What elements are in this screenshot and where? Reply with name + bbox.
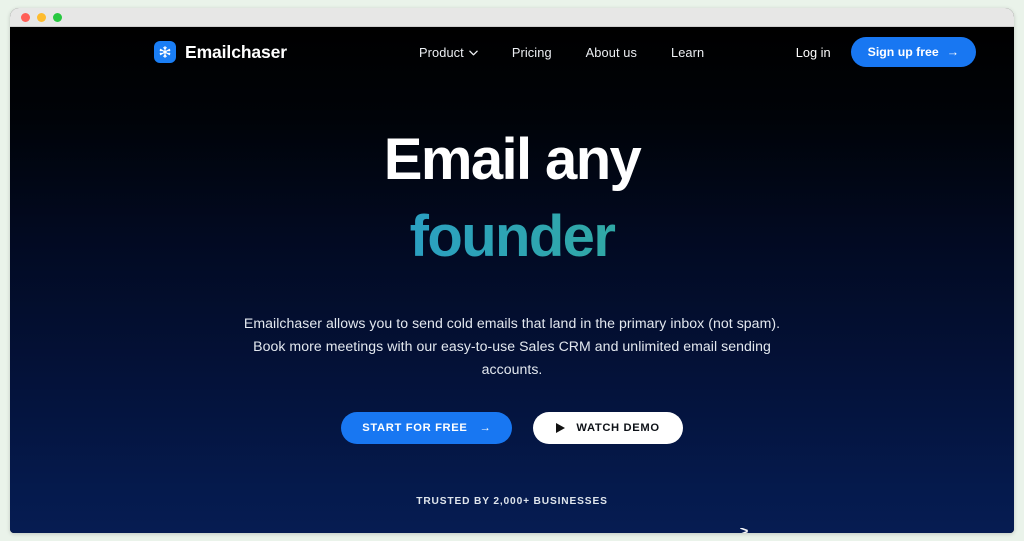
nav-links: Product Pricing About us Learn <box>419 45 704 60</box>
nav-item-pricing-label: Pricing <box>511 44 552 60</box>
window-close-button[interactable] <box>21 12 30 22</box>
hero-section: Email any founder Emailchaser allows you… <box>10 77 1014 445</box>
start-for-free-label: START FOR FREE <box>362 422 468 435</box>
sign-up-free-button[interactable]: Sign up free → <box>850 37 976 67</box>
nav-item-learn-label: Learn <box>671 44 705 60</box>
sign-up-free-label: Sign up free <box>867 45 939 59</box>
headline-line-2: founder <box>10 208 1014 266</box>
client-logo-carousel: ofi Gartner. Connectly a <box>10 528 1014 533</box>
login-link[interactable]: Log in <box>796 45 831 60</box>
page-title: Email any founder <box>10 131 1014 266</box>
play-icon <box>556 423 566 434</box>
nav-item-about-us[interactable]: About us <box>586 45 637 60</box>
trusted-by-label: TRUSTED BY 2,000+ BUSINESSES <box>416 496 608 508</box>
arrow-right-icon: → <box>479 422 492 435</box>
landing-page: Emailchaser Product Pricing About us Lea… <box>10 27 1014 533</box>
headline-line-1: Email any <box>383 127 642 192</box>
snowflake-icon <box>154 41 176 63</box>
watch-demo-label: WATCH DEMO <box>576 422 660 435</box>
chevron-right-icon: > <box>740 528 749 533</box>
browser-titlebar <box>10 8 1014 27</box>
client-logo-track: ofi Gartner. Connectly a <box>209 528 815 533</box>
watch-demo-button[interactable]: WATCH DEMO <box>533 412 683 445</box>
window-minimize-button[interactable] <box>37 12 46 22</box>
arrow-right-icon: → <box>946 45 959 59</box>
nav-item-learn[interactable]: Learn <box>671 45 704 60</box>
nav-item-product-label: Product <box>419 44 464 60</box>
nav-actions: Log in Sign up free → <box>796 37 976 67</box>
trust-section: TRUSTED BY 2,000+ BUSINESSES ofi Gartner… <box>10 496 1014 533</box>
chevron-down-icon <box>469 50 478 56</box>
browser-window: Emailchaser Product Pricing About us Lea… <box>10 8 1014 533</box>
hero-subheadline: Emailchaser allows you to send cold emai… <box>243 315 781 377</box>
brand-logo[interactable]: Emailchaser <box>154 41 287 63</box>
nav-item-product[interactable]: Product <box>419 45 478 60</box>
nav-item-pricing[interactable]: Pricing <box>512 45 552 60</box>
nav-item-about-us-label: About us <box>585 44 637 60</box>
hero-cta-row: START FOR FREE → WATCH DEMO <box>10 412 1014 445</box>
window-maximize-button[interactable] <box>53 12 62 22</box>
top-navigation: Emailchaser Product Pricing About us Lea… <box>10 27 1014 77</box>
start-for-free-button[interactable]: START FOR FREE → <box>341 412 513 445</box>
brand-name: Emailchaser <box>185 41 288 62</box>
